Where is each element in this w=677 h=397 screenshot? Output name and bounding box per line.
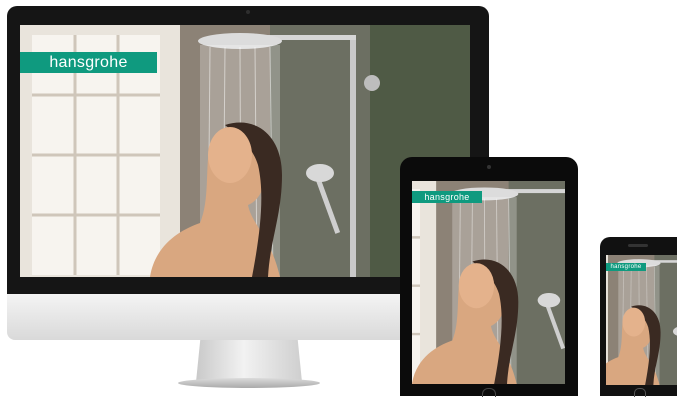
speaker-icon bbox=[628, 244, 648, 247]
phone-screen: hansgrohe bbox=[606, 255, 677, 385]
brand-logo: hansgrohe bbox=[20, 52, 157, 73]
shower-image bbox=[606, 255, 677, 385]
camera-icon bbox=[487, 165, 491, 169]
camera-icon bbox=[246, 10, 250, 14]
desktop-stand-base bbox=[178, 378, 320, 388]
brand-logo: hansgrohe bbox=[412, 191, 482, 203]
shower-image bbox=[412, 181, 565, 384]
brand-logo: hansgrohe bbox=[606, 263, 646, 271]
desktop-stand bbox=[196, 340, 302, 382]
tablet-screen: hansgrohe bbox=[412, 181, 565, 384]
